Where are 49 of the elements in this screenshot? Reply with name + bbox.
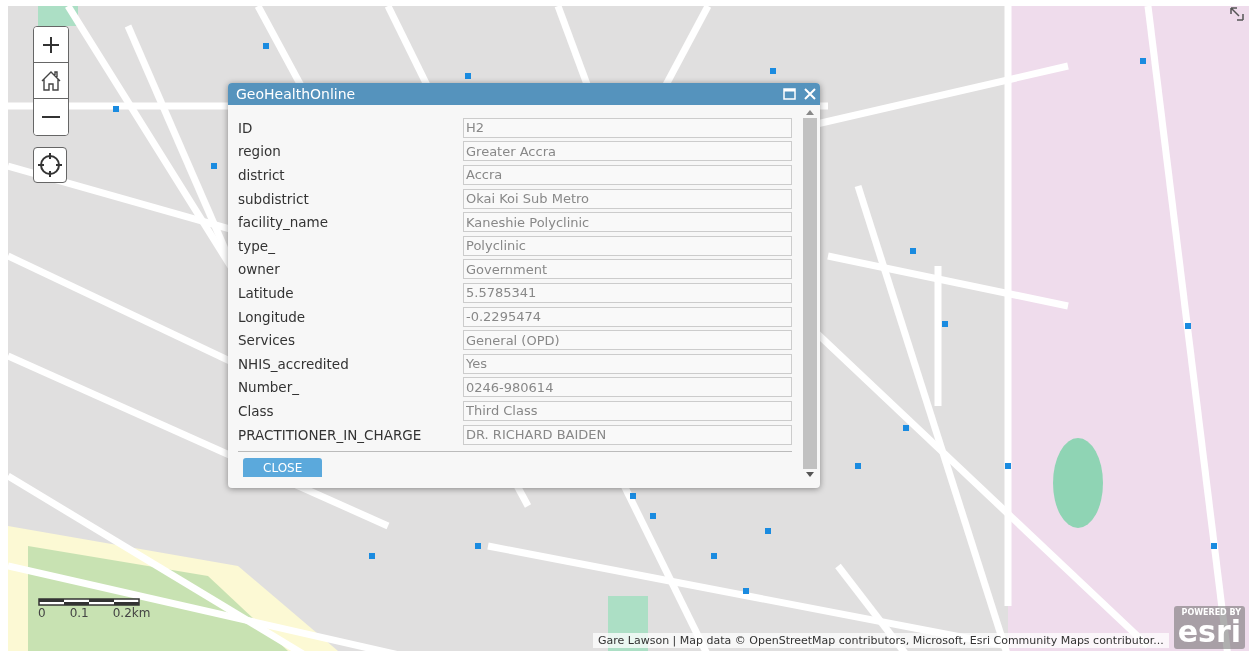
scale-label: 0.1 bbox=[69, 606, 89, 620]
popup-title: GeoHealthOnline bbox=[236, 86, 357, 102]
scroll-down-icon[interactable] bbox=[806, 472, 814, 478]
expand-icon[interactable] bbox=[1229, 6, 1245, 22]
field-label: Class bbox=[238, 402, 275, 419]
attribute-field[interactable]: 0246-980614 bbox=[463, 377, 792, 398]
plus-icon bbox=[41, 34, 61, 55]
scrollbar[interactable] bbox=[802, 109, 818, 478]
field-label: NHIS_accredited bbox=[238, 355, 350, 372]
field-label: Services bbox=[238, 332, 296, 349]
attribute-field[interactable]: DR. RICHARD BAIDEN bbox=[463, 424, 792, 445]
field-label: type_ bbox=[238, 237, 276, 254]
attribute-field[interactable]: Accra bbox=[463, 165, 792, 185]
attribute-field[interactable]: Third Class bbox=[463, 400, 792, 421]
scroll-up-icon[interactable] bbox=[806, 109, 814, 115]
field-label: Longitude bbox=[238, 308, 307, 325]
attribute-field[interactable]: Okai Koi Sub Metro bbox=[463, 188, 792, 209]
locate-button[interactable] bbox=[33, 147, 67, 183]
attribute-field[interactable]: H2 bbox=[463, 117, 792, 138]
close-icon[interactable] bbox=[804, 88, 816, 100]
field-label: ID bbox=[238, 119, 254, 136]
scale-label: 0 bbox=[38, 606, 46, 620]
attribute-field[interactable]: Yes bbox=[463, 353, 792, 374]
attribute-field[interactable]: Government bbox=[463, 259, 792, 280]
crosshair-icon bbox=[37, 152, 63, 178]
minus-icon bbox=[42, 116, 60, 118]
logo-wordmark[interactable]: esri bbox=[1177, 617, 1241, 647]
field-label: Number_ bbox=[238, 379, 300, 396]
map-attribution: Gare Lawson | Map data © OpenStreetMap contributors, Microsoft, Esri Community Maps contributor... bbox=[593, 633, 1169, 648]
scroll-thumb[interactable] bbox=[803, 118, 817, 469]
home-icon bbox=[39, 68, 63, 93]
field-label: district bbox=[238, 167, 286, 183]
field-label: Latitude bbox=[238, 284, 295, 301]
field-label: PRACTITIONER_IN_CHARGE bbox=[238, 426, 423, 443]
attribute-field[interactable]: Polyclinic bbox=[463, 235, 792, 256]
maximize-icon[interactable] bbox=[783, 88, 796, 100]
logo-caption: POWERED BY bbox=[1181, 608, 1241, 617]
field-label: region bbox=[238, 143, 282, 160]
field-label: subdistrict bbox=[238, 190, 310, 207]
field-label: owner bbox=[238, 261, 281, 278]
attribute-field[interactable]: General (OPD) bbox=[463, 330, 792, 351]
scale-label: 0.2km bbox=[112, 606, 151, 620]
zoom-in-button[interactable] bbox=[34, 27, 68, 63]
field-label: facility_name bbox=[238, 214, 330, 231]
attribute-field[interactable]: 5.5785341 bbox=[463, 282, 792, 303]
attribute-field[interactable]: Greater Accra bbox=[463, 141, 792, 162]
attribute-field[interactable]: -0.2295474 bbox=[463, 306, 792, 327]
attribute-field[interactable]: Kaneshie Polyclinic bbox=[463, 212, 792, 233]
close-button[interactable]: CLOSE bbox=[243, 458, 323, 478]
